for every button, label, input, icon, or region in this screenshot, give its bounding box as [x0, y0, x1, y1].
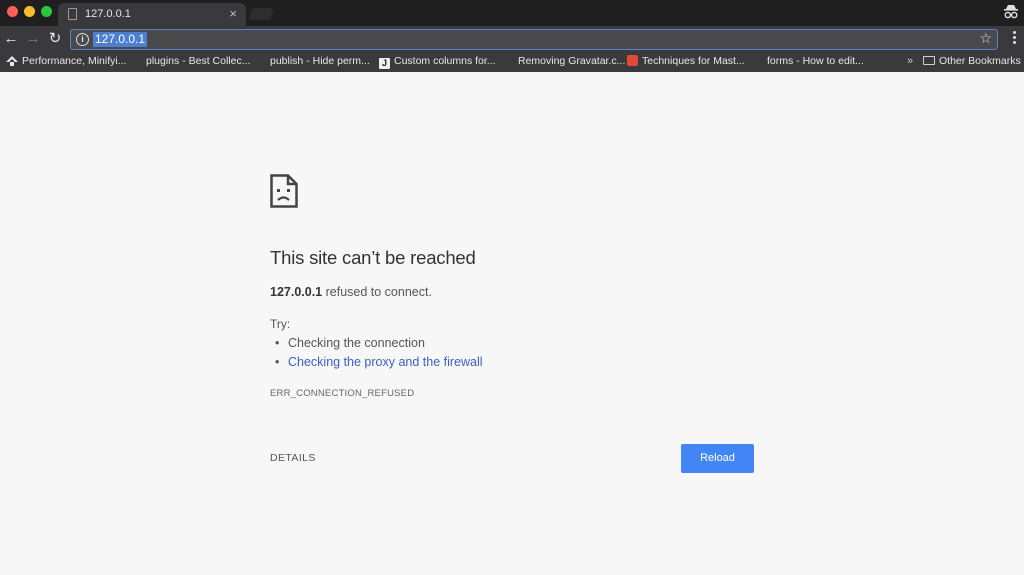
minimize-window-button[interactable] [24, 6, 35, 17]
bookmarks-overflow-icon[interactable]: » [907, 55, 913, 67]
zoom-window-button[interactable] [41, 6, 52, 17]
info-icon[interactable]: i [76, 33, 89, 46]
bookmark-item[interactable]: Techniques for Mast... [627, 55, 745, 67]
reload-button[interactable]: Reload [681, 444, 754, 473]
bookmark-label: Removing Gravatar.c... [518, 55, 626, 67]
other-bookmarks[interactable]: Other Bookmarks [923, 55, 1021, 67]
error-heading: This site can’t be reached [270, 247, 476, 268]
bookmark-label: Performance, Minifyi... [22, 55, 127, 67]
details-button[interactable]: DETAILS [270, 452, 316, 464]
try-label: Try: [270, 317, 291, 331]
bookmark-item[interactable]: plugins - Best Collec... [146, 55, 250, 67]
back-arrow-icon[interactable]: ← [3, 30, 19, 48]
bookmark-item[interactable]: publish - Hide perm... [270, 55, 370, 67]
bookmarks-bar: Performance, Minifyi... plugins - Best C… [0, 52, 1024, 72]
j-icon: J [379, 58, 390, 69]
folder-icon [923, 56, 935, 65]
wordpress-icon [6, 56, 18, 66]
address-bar[interactable]: i 127.0.0.1 ☆ [70, 29, 998, 50]
reload-icon[interactable]: ↻ [47, 30, 63, 48]
red-cross-icon [627, 55, 638, 66]
tab-close-icon[interactable]: × [229, 6, 237, 21]
title-bar: 127.0.0.1 × [0, 0, 1024, 26]
bookmark-label: publish - Hide perm... [270, 55, 370, 67]
url-text[interactable]: 127.0.0.1 [93, 32, 148, 47]
forward-arrow-icon[interactable]: → [25, 30, 41, 48]
menu-kebab-icon[interactable] [1013, 31, 1017, 47]
bookmark-item[interactable]: Removing Gravatar.c... [518, 55, 625, 67]
error-code: ERR_CONNECTION_REFUSED [270, 388, 415, 399]
other-bookmarks-label: Other Bookmarks [939, 55, 1021, 67]
new-tab-button[interactable] [248, 8, 274, 20]
bookmark-label: plugins - Best Collec... [146, 55, 251, 67]
star-bookmark-icon[interactable]: ☆ [979, 30, 992, 47]
sad-page-icon [270, 174, 298, 208]
close-window-button[interactable] [7, 6, 18, 17]
error-page: This site can’t be reached 127.0.0.1 ref… [0, 72, 1024, 575]
bookmark-item[interactable]: forms - How to edit... [767, 55, 864, 67]
error-refused-text: refused to connect. [322, 285, 432, 299]
error-host: 127.0.0.1 [270, 285, 323, 299]
bookmark-label: forms - How to edit... [767, 55, 864, 67]
bookmark-label: Custom columns for... [394, 55, 496, 67]
bookmark-label: Techniques for Mast... [642, 55, 745, 67]
toolbar: ← → ↻ i 127.0.0.1 ☆ [0, 26, 1024, 52]
bookmark-item[interactable]: J Custom columns for... [379, 55, 496, 69]
error-message: 127.0.0.1 refused to connect. [270, 285, 432, 299]
tab-title: 127.0.0.1 [85, 8, 131, 20]
document-icon [68, 8, 77, 20]
incognito-icon [1004, 5, 1018, 19]
bookmark-item[interactable]: Performance, Minifyi... [6, 55, 126, 67]
suggestion-item: Checking the connection [275, 336, 425, 350]
tab-active[interactable]: 127.0.0.1 × [58, 3, 246, 26]
suggestion-link[interactable]: Checking the proxy and the firewall [275, 355, 483, 369]
